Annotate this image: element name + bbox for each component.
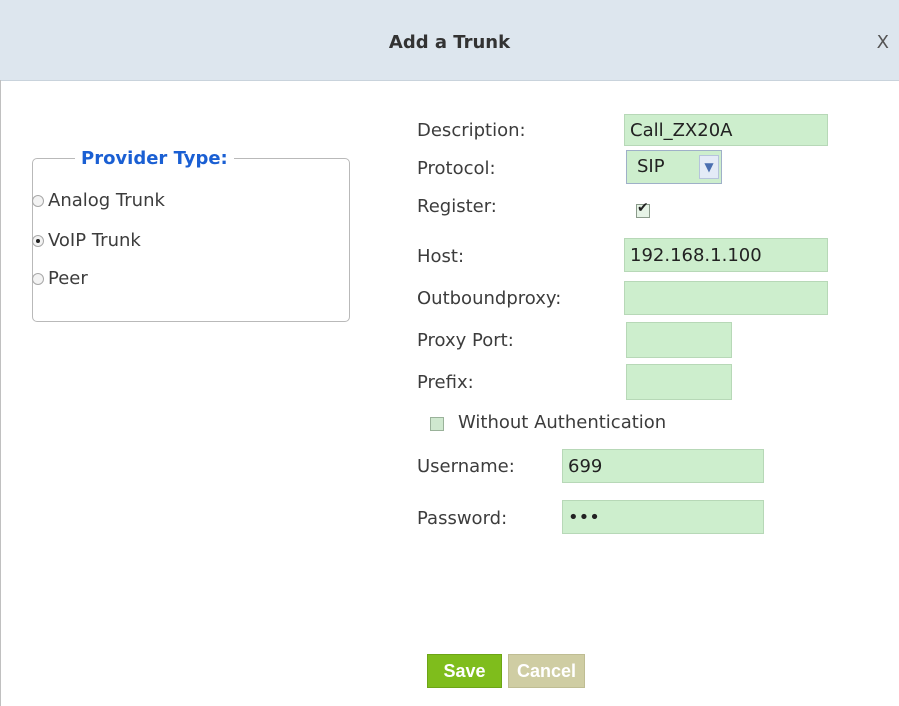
without-auth-checkbox[interactable] <box>430 417 444 431</box>
password-label: Password: <box>417 508 508 529</box>
radio-button-icon[interactable] <box>32 234 44 247</box>
radio-label: VoIP Trunk <box>48 230 141 251</box>
protocol-label: Protocol: <box>417 158 496 179</box>
cancel-button[interactable]: Cancel <box>508 654 585 688</box>
radio-label: Analog Trunk <box>48 190 165 211</box>
password-field[interactable] <box>562 500 764 534</box>
outboundproxy-field[interactable] <box>624 281 828 315</box>
dialog-title: Add a Trunk <box>388 32 511 53</box>
protocol-value: SIP <box>637 156 665 177</box>
host-label: Host: <box>417 246 465 267</box>
proxy-port-label: Proxy Port: <box>417 330 514 351</box>
radio-analog-trunk[interactable]: Analog Trunk <box>32 190 165 211</box>
provider-type-legend: Provider Type: <box>81 148 228 169</box>
username-field[interactable] <box>562 449 764 483</box>
prefix-field[interactable] <box>626 364 732 400</box>
register-checkbox[interactable] <box>636 200 650 218</box>
radio-button-icon[interactable] <box>32 272 44 285</box>
description-field[interactable] <box>624 114 828 146</box>
without-auth-label: Without Authentication <box>458 412 667 433</box>
radio-button-icon[interactable] <box>32 194 44 207</box>
radio-voip-trunk[interactable]: VoIP Trunk <box>32 230 141 251</box>
radio-peer[interactable]: Peer <box>32 268 88 289</box>
radio-label: Peer <box>48 268 88 289</box>
proxy-port-field[interactable] <box>626 322 732 358</box>
dialog-titlebar: Add a Trunk X <box>0 0 899 81</box>
protocol-select[interactable]: SIP ▼ <box>626 150 722 184</box>
username-label: Username: <box>417 456 515 477</box>
chevron-down-icon[interactable]: ▼ <box>699 155 719 179</box>
register-label: Register: <box>417 196 497 217</box>
description-label: Description: <box>417 120 526 141</box>
save-button[interactable]: Save <box>427 654 502 688</box>
outboundproxy-label: Outboundproxy: <box>417 288 562 309</box>
close-icon[interactable]: X <box>877 32 889 53</box>
host-field[interactable] <box>624 238 828 272</box>
dialog-left-border <box>0 80 1 706</box>
prefix-label: Prefix: <box>417 372 474 393</box>
